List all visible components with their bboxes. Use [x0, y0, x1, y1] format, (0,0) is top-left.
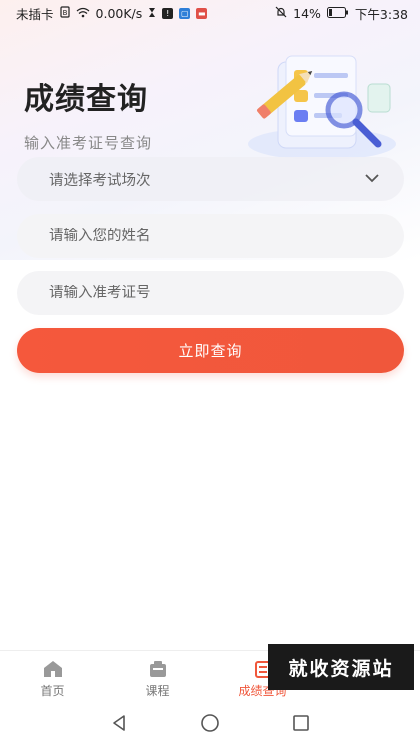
name-field-wrapper	[17, 214, 404, 258]
status-bar: 未插卡 B 0.00K/s ! ▢ ▬ 14% 下午3:38	[0, 0, 420, 26]
mute-bell-icon	[275, 6, 287, 21]
tab-home-label: 首页	[40, 684, 65, 698]
page-subtitle: 输入准考证号查询	[24, 134, 153, 152]
home-circle-icon[interactable]	[200, 713, 220, 737]
name-input[interactable]	[49, 228, 380, 244]
status-right: 14% 下午3:38	[275, 4, 408, 23]
chevron-down-icon	[364, 171, 380, 187]
hourglass-icon	[148, 6, 156, 21]
status-left: 未插卡 B 0.00K/s ! ▢ ▬	[16, 4, 208, 23]
app-notification-icon-red: ▬	[196, 7, 208, 19]
home-icon	[43, 661, 62, 677]
sim-icon: B	[59, 5, 70, 21]
svg-text:B: B	[62, 9, 67, 17]
tab-home[interactable]: 首页	[0, 651, 105, 702]
exam-session-select[interactable]: 请选择考试场次	[17, 157, 404, 201]
exam-session-placeholder: 请选择考试场次	[49, 172, 151, 189]
admission-ticket-input[interactable]	[49, 285, 380, 301]
system-nav-bar	[0, 704, 420, 746]
header: 成绩查询 输入准考证号查询	[24, 74, 152, 153]
back-icon[interactable]	[110, 714, 128, 736]
network-speed-text: 0.00K/s	[95, 5, 143, 21]
query-now-button[interactable]: 立即查询	[17, 328, 404, 373]
battery-percent-text: 14%	[293, 5, 321, 21]
wifi-icon	[76, 6, 90, 21]
recents-icon[interactable]	[292, 714, 310, 736]
time-text: 下午3:38	[354, 6, 408, 22]
carrier-text: 未插卡	[16, 6, 54, 22]
score-query-illustration	[240, 52, 400, 162]
ticket-field-wrapper	[17, 271, 404, 315]
page-title: 成绩查询	[24, 82, 148, 117]
tab-course[interactable]: 课程	[105, 651, 210, 702]
watermark-overlay: 就收资源站	[268, 644, 414, 690]
app-notification-icon: ▢	[179, 7, 191, 19]
battery-icon	[326, 6, 349, 21]
course-icon	[149, 661, 166, 677]
tab-course-label: 课程	[145, 684, 170, 698]
alert-icon: !	[162, 7, 174, 19]
